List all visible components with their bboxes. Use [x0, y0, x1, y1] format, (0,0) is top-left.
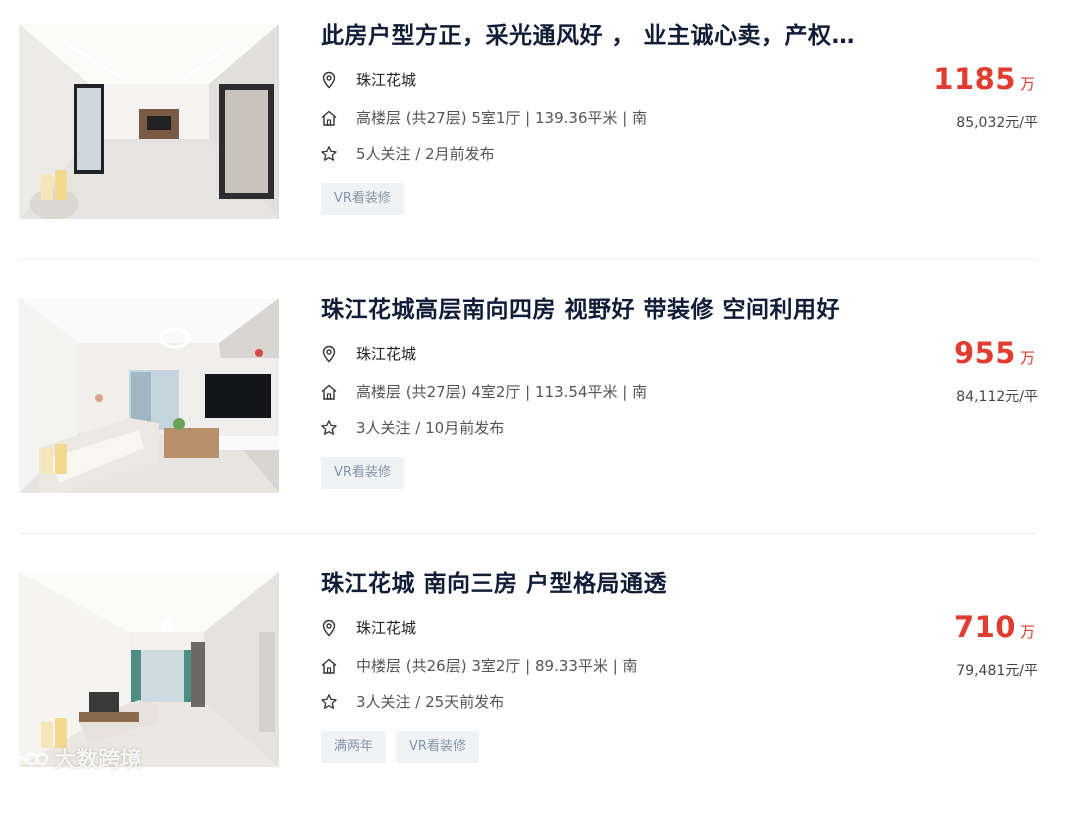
follow-info-text: 5人关注 / 2月前发布	[356, 145, 495, 163]
location-pin-icon	[322, 345, 336, 363]
listing-photo[interactable]	[19, 572, 279, 767]
unit-price: 84,112元/平	[956, 389, 1038, 405]
follow-info-text: 3人关注 / 10月前发布	[356, 419, 505, 437]
community-link[interactable]: 珠江花城	[356, 343, 416, 365]
community-link[interactable]: 珠江花城	[356, 69, 416, 91]
listing-title[interactable]: 珠江花城高层南向四房 视野好 带装修 空间利用好	[321, 292, 881, 328]
follow-info-text: 3人关注 / 25天前发布	[356, 693, 505, 711]
watermark: 大数跨境	[10, 742, 142, 776]
house-info-text: 高楼层 (共27层) 4室2厅 | 113.54平米 | 南	[356, 383, 648, 401]
total-price-value: 710	[953, 610, 1016, 644]
house-info-text: 中楼层 (共26层) 3室2厅 | 89.33平米 | 南	[356, 657, 638, 675]
total-price: 955 万	[954, 336, 1035, 370]
total-price-value: 1185	[933, 62, 1016, 96]
unit-price: 79,481元/平	[956, 663, 1038, 679]
vr-badge-icon	[41, 170, 67, 200]
location-pin-icon	[322, 619, 336, 637]
star-icon	[321, 146, 337, 161]
house-icon	[321, 384, 337, 400]
listing-card[interactable]: 珠江花城 南向三房 户型格局通透 珠江花城 中楼层 (共26层) 3室2厅 | …	[0, 548, 1080, 822]
watermark-text: 大数跨境	[54, 748, 143, 773]
community-link[interactable]: 珠江花城	[356, 617, 416, 639]
listing-card[interactable]: 此房户型方正，采光通风好 ， 业主诚心卖，产权… 珠江花城 高楼层 (共27层)…	[0, 0, 1080, 274]
watermark-logo-icon	[12, 753, 48, 770]
star-icon	[321, 694, 337, 709]
total-price-unit: 万	[1019, 623, 1035, 641]
vr-badge-icon	[41, 444, 67, 474]
listing-card[interactable]: 珠江花城高层南向四房 视野好 带装修 空间利用好 珠江花城 高楼层 (共27层)…	[0, 274, 1080, 548]
tag-list: VR看装修	[321, 457, 414, 489]
total-price: 1185 万	[933, 62, 1035, 96]
tag-vr[interactable]: VR看装修	[396, 731, 479, 763]
total-price-unit: 万	[1019, 349, 1035, 367]
house-info-text: 高楼层 (共27层) 5室1厅 | 139.36平米 | 南	[356, 109, 648, 127]
total-price: 710 万	[954, 610, 1035, 644]
listing-title[interactable]: 此房户型方正，采光通风好 ， 业主诚心卖，产权…	[321, 18, 881, 54]
tag-two-years[interactable]: 满两年	[321, 731, 387, 763]
listing-photo[interactable]	[19, 24, 279, 219]
house-icon	[321, 110, 337, 126]
tag-list: VR看装修	[321, 183, 414, 215]
total-price-unit: 万	[1019, 75, 1035, 93]
star-icon	[321, 420, 337, 435]
divider	[19, 259, 1037, 260]
total-price-value: 955	[953, 336, 1016, 370]
listing-photo[interactable]	[19, 298, 279, 493]
tag-vr[interactable]: VR看装修	[321, 183, 404, 215]
divider	[19, 533, 1037, 534]
house-icon	[321, 658, 337, 674]
tag-vr[interactable]: VR看装修	[321, 457, 404, 489]
location-pin-icon	[322, 71, 336, 89]
listing-title[interactable]: 珠江花城 南向三房 户型格局通透	[321, 566, 881, 602]
unit-price: 85,032元/平	[956, 115, 1038, 131]
tag-list: 满两年 VR看装修	[321, 731, 489, 763]
